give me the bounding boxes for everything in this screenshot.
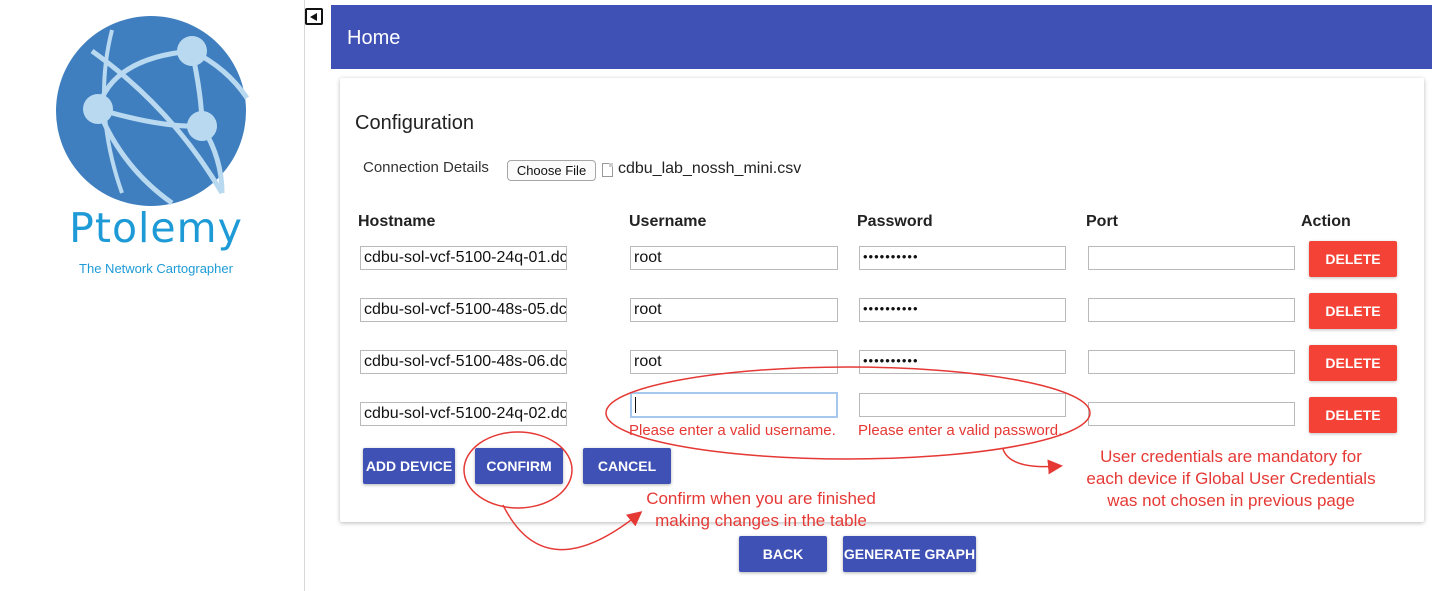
confirm-button[interactable]: CONFIRM: [475, 448, 563, 484]
cancel-button[interactable]: CANCEL: [583, 448, 671, 484]
port-input[interactable]: [1088, 402, 1295, 426]
connection-details-label: Connection Details: [363, 159, 489, 176]
column-header-username: Username: [629, 213, 707, 230]
port-input[interactable]: [1088, 298, 1295, 322]
back-button[interactable]: BACK: [739, 536, 827, 572]
add-device-button[interactable]: ADD DEVICE: [363, 448, 455, 484]
credentials-annotation: User credentials are mandatory for each …: [1086, 447, 1376, 510]
hostname-input[interactable]: cdbu-sol-vcf-5100-48s-06.dc: [360, 350, 567, 374]
username-input[interactable]: root: [630, 246, 838, 270]
column-header-action: Action: [1301, 213, 1351, 230]
selected-file-name: cdbu_lab_nossh_mini.csv: [618, 160, 802, 177]
username-input[interactable]: root: [630, 350, 838, 374]
port-input[interactable]: [1088, 350, 1295, 374]
username-input-focused[interactable]: [630, 392, 838, 418]
globe-logo-icon: [56, 16, 250, 206]
password-input[interactable]: [859, 393, 1066, 417]
password-input[interactable]: ••••••••••: [859, 298, 1066, 322]
text-caret: [635, 396, 636, 413]
choose-file-button[interactable]: Choose File: [507, 160, 596, 181]
username-input[interactable]: root: [630, 298, 838, 322]
password-error: Please enter a valid password.: [858, 422, 1063, 439]
hostname-input[interactable]: cdbu-sol-vcf-5100-24q-01.dc: [360, 246, 567, 270]
confirm-annotation: Confirm when you are finished making cha…: [646, 489, 876, 530]
delete-button[interactable]: DELETE: [1309, 345, 1397, 381]
file-icon: [602, 163, 613, 177]
page-title: Home: [347, 27, 401, 49]
username-error: Please enter a valid username.: [629, 422, 836, 439]
delete-button[interactable]: DELETE: [1309, 241, 1397, 277]
delete-button[interactable]: DELETE: [1309, 293, 1397, 329]
delete-button[interactable]: DELETE: [1309, 397, 1397, 433]
password-input[interactable]: ••••••••••: [859, 350, 1066, 374]
sidebar: Ptolemy The Network Cartographer: [0, 0, 305, 591]
configuration-title: Configuration: [355, 112, 474, 134]
column-header-password: Password: [857, 213, 933, 230]
brand-name: Ptolemy: [69, 204, 243, 252]
brand-tagline: The Network Cartographer: [79, 261, 233, 276]
app-header: Home: [331, 5, 1432, 69]
column-header-hostname: Hostname: [358, 213, 436, 230]
column-header-port: Port: [1086, 213, 1118, 230]
hostname-input[interactable]: cdbu-sol-vcf-5100-24q-02.dc: [360, 402, 567, 426]
password-input[interactable]: ••••••••••: [859, 246, 1066, 270]
collapse-sidebar-button[interactable]: [305, 8, 323, 25]
port-input[interactable]: [1088, 246, 1295, 270]
hostname-input[interactable]: cdbu-sol-vcf-5100-48s-05.dc: [360, 298, 567, 322]
generate-graph-button[interactable]: GENERATE GRAPH: [843, 536, 976, 572]
